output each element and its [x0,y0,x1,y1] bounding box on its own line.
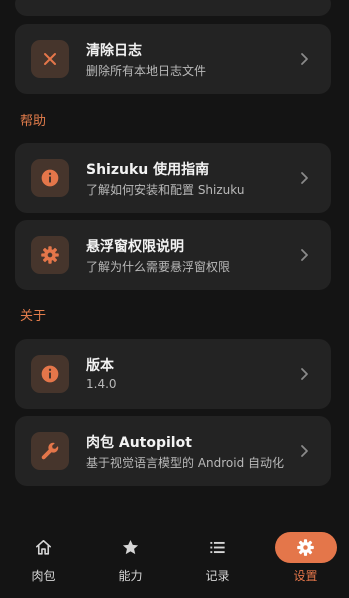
chevron-right-icon [301,249,308,261]
star-icon [122,539,139,555]
nav-label-abilities: 能力 [118,569,143,583]
home-icon [35,539,52,555]
nav-item-home[interactable]: 肉包 [0,521,87,598]
nav-label-records: 记录 [205,569,230,583]
nav-item-records[interactable]: 记录 [174,521,261,598]
version-value: 1.4.0 [86,377,117,391]
chevron-right-icon [301,172,308,184]
gear-icon [31,236,69,274]
nav-pill [100,532,162,563]
overlay-permission-title: 悬浮窗权限说明 [86,239,184,255]
clear-logs-subtitle: 删除所有本地日志文件 [86,64,207,78]
wrench-icon [31,432,69,470]
version-title: 版本 [86,358,114,374]
nav-label-home: 肉包 [31,569,56,583]
list-icon [210,541,225,554]
info-icon [31,355,69,393]
about-app-item[interactable]: 肉包 Autopilot 基于视觉语言模型的 Android 自动化 [15,416,331,486]
shizuku-guide-subtitle: 了解如何安装和配置 Shizuku [86,183,245,197]
nav-item-settings[interactable]: 设置 [262,521,349,598]
bottom-navigation: 肉包 能力 记录 设置 [0,521,349,598]
shizuku-guide-title: Shizuku 使用指南 [86,162,210,178]
clear-logs-item[interactable]: 清除日志 删除所有本地日志文件 [15,24,331,94]
shizuku-guide-item[interactable]: Shizuku 使用指南 了解如何安装和配置 Shizuku [15,143,331,213]
overlay-permission-subtitle: 了解为什么需要悬浮窗权限 [86,260,231,274]
nav-pill [13,532,75,563]
clear-logs-title: 清除日志 [86,43,142,59]
settings-card-partial[interactable] [15,0,331,16]
chevron-right-icon [301,368,308,380]
info-icon [31,159,69,197]
close-icon [31,40,69,78]
about-app-subtitle: 基于视觉语言模型的 Android 自动化 [86,456,285,470]
version-item[interactable]: 版本 1.4.0 [15,339,331,409]
about-app-title: 肉包 Autopilot [86,435,192,451]
gear-icon [297,539,314,556]
nav-pill-active [274,532,337,563]
nav-label-settings: 设置 [293,569,318,583]
nav-pill [187,532,249,563]
section-help-header: 帮助 [20,114,47,129]
section-about-header: 关于 [20,309,47,324]
overlay-permission-item[interactable]: 悬浮窗权限说明 了解为什么需要悬浮窗权限 [15,220,331,290]
chevron-right-icon [301,53,308,65]
chevron-right-icon [301,445,308,457]
nav-item-abilities[interactable]: 能力 [87,521,174,598]
